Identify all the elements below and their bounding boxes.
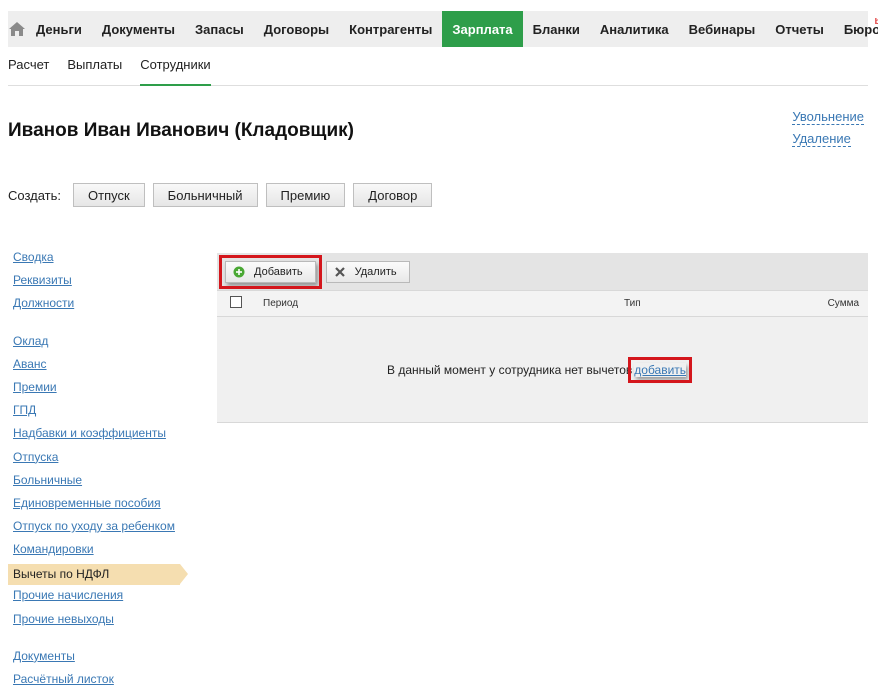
plus-circle-icon (232, 265, 246, 279)
delete-deduction-button[interactable]: Удалить (325, 260, 410, 283)
subnav-raschet[interactable]: Расчет (8, 57, 49, 85)
sub-nav: Расчет Выплаты Сотрудники (8, 57, 868, 86)
create-sick-leave-button[interactable]: Больничный (152, 183, 258, 207)
add-deduction-button[interactable]: Добавить (219, 254, 322, 289)
nav-dogovory[interactable]: Договоры (254, 11, 339, 47)
nav-dokumenty[interactable]: Документы (92, 11, 185, 47)
empty-state: В данный момент у сотрудника нет вычетов… (387, 357, 693, 383)
dismiss-link[interactable]: Увольнение (792, 109, 864, 125)
create-contract-button[interactable]: Договор (353, 183, 433, 207)
sidebar-item-gpd[interactable]: ГПД (8, 401, 188, 424)
sidebar-item-svodka[interactable]: Сводка (8, 248, 188, 271)
create-label: Создать: (8, 187, 62, 203)
home-icon (9, 22, 25, 36)
sidebar-item-bolnichnye[interactable]: Больничные (8, 471, 188, 494)
sidebar-item-rekvizity[interactable]: Реквизиты (8, 271, 188, 294)
sidebar-item-prochie-nevyhody[interactable]: Прочие невыходы (8, 610, 188, 633)
delete-deduction-label: Удалить (354, 265, 397, 278)
create-toolbar: Создать: Отпуск Больничный Премию Догово… (8, 183, 440, 207)
subnav-vyplaty[interactable]: Выплаты (67, 57, 122, 85)
sidebar-item-prochie-nachisleniya[interactable]: Прочие начисления (8, 586, 188, 609)
employee-actions: Увольнение Удаление (792, 109, 864, 153)
create-vacation-button[interactable]: Отпуск (73, 183, 145, 207)
page-title: Иванов Иван Иванович (Кладовщик) (8, 120, 354, 141)
empty-state-text: В данный момент у сотрудника нет вычетов (387, 363, 633, 377)
sidebar-item-raschetnyi-listok[interactable]: Расчётный листок (8, 670, 188, 693)
column-type[interactable]: Тип (624, 298, 641, 309)
home-button[interactable] (8, 11, 26, 47)
nav-byuro[interactable]: Бюро beta (834, 11, 878, 47)
nav-zapasy[interactable]: Запасы (185, 11, 254, 47)
add-deduction-label: Добавить (254, 265, 303, 278)
sidebar-item-posobiya[interactable]: Единовременные пособия (8, 494, 188, 517)
subnav-sotrudniki[interactable]: Сотрудники (140, 57, 211, 86)
nav-zarplata[interactable]: Зарплата (442, 11, 523, 47)
nav-dengi[interactable]: Деньги (26, 11, 92, 47)
sidebar-item-dokumenty[interactable]: Документы (8, 647, 188, 670)
deductions-panel: Добавить Удалить Период Тип Сумма В данн… (217, 253, 868, 423)
sidebar-item-otpusk-uhod[interactable]: Отпуск по уходу за ребенком (8, 517, 188, 540)
column-period[interactable]: Период (263, 298, 298, 309)
sidebar-item-oklad[interactable]: Оклад (8, 332, 188, 355)
close-icon (333, 265, 347, 279)
sidebar-item-avans[interactable]: Аванс (8, 355, 188, 378)
main-nav: Деньги Документы Запасы Договоры Контраг… (8, 11, 878, 47)
sidebar-item-otpuska[interactable]: Отпуска (8, 448, 188, 471)
sidebar-item-vychety-ndfl[interactable]: Вычеты по НДФЛ (8, 564, 188, 586)
table-header: Период Тип Сумма (217, 290, 868, 317)
select-all-checkbox[interactable] (230, 296, 242, 308)
sidebar-item-nadbavki[interactable]: Надбавки и коэффициенты (8, 424, 188, 447)
delete-employee-link[interactable]: Удаление (792, 131, 851, 147)
empty-state-add-link[interactable]: добавить (628, 357, 693, 383)
table-body: В данный момент у сотрудника нет вычетов… (217, 317, 868, 423)
employee-sidebar: Сводка Реквизиты Должности Оклад Аванс П… (8, 248, 188, 693)
nav-otchety[interactable]: Отчеты (765, 11, 834, 47)
nav-kontragenty[interactable]: Контрагенты (339, 11, 442, 47)
sidebar-item-dolzhnosti[interactable]: Должности (8, 294, 188, 317)
nav-byuro-label: Бюро (843, 21, 878, 37)
create-bonus-button[interactable]: Премию (265, 183, 346, 207)
sidebar-item-premii[interactable]: Премии (8, 378, 188, 401)
nav-vebinary[interactable]: Вебинары (679, 11, 766, 47)
column-sum[interactable]: Сумма (828, 298, 859, 309)
nav-blanki[interactable]: Бланки (523, 11, 590, 47)
deductions-toolbar: Добавить Удалить (217, 253, 868, 290)
nav-analitika[interactable]: Аналитика (590, 11, 679, 47)
sidebar-item-komandirovki[interactable]: Командировки (8, 540, 188, 563)
